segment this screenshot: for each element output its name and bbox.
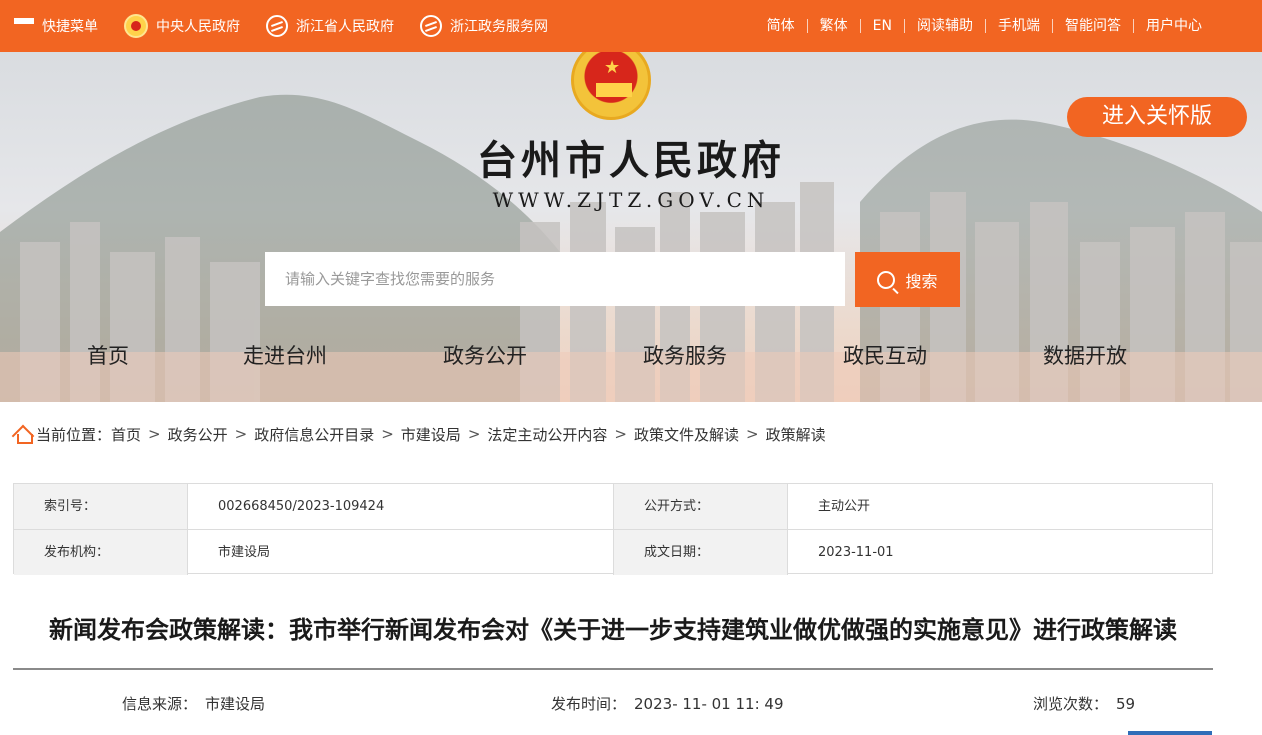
search-icon — [877, 270, 896, 289]
partial-blue-element — [1128, 731, 1212, 735]
breadcrumb-item[interactable]: 市建设局 — [401, 424, 461, 445]
globe-icon — [266, 15, 288, 37]
index-number-label: 索引号： — [14, 484, 187, 529]
nav-home[interactable]: 首页 — [87, 340, 129, 370]
link-central-government[interactable]: 中央人民政府 — [124, 14, 240, 38]
nav-about-taizhou[interactable]: 走进台州 — [243, 340, 327, 370]
breadcrumb-separator: > — [614, 425, 627, 443]
top-bar-right-links: 简体 繁体 EN 阅读辅助 手机端 智能问答 用户中心 — [755, 0, 1214, 52]
menu-icon — [14, 18, 34, 34]
home-icon — [13, 425, 33, 444]
link-smart-qa[interactable]: 智能问答 — [1052, 19, 1133, 33]
disclosure-method-value: 主动公开 — [787, 484, 1212, 529]
quick-menu-label: 快捷菜单 — [42, 19, 98, 35]
breadcrumb-item[interactable]: 首页 — [111, 424, 141, 445]
document-date-value: 2023-11-01 — [787, 530, 1212, 575]
search-button-label: 搜索 — [905, 271, 938, 291]
publish-time-value: 2023- 11- 01 11: 49 — [634, 695, 784, 713]
breadcrumb: 当前位置： 首页 > 政务公开 > 政府信息公开目录 > 市建设局 > 法定主动… — [13, 422, 826, 446]
disclosure-method-label: 公开方式： — [613, 484, 787, 529]
source-value: 市建设局 — [205, 695, 266, 713]
link-mobile[interactable]: 手机端 — [985, 19, 1052, 33]
top-bar-left: 快捷菜单 中央人民政府 浙江省人民政府 浙江政务服务网 — [14, 0, 574, 52]
article-view-count: 浏览次数： 59 — [1033, 693, 1135, 714]
source-label: 信息来源： — [122, 695, 198, 713]
info-row: 发布机构： 市建设局 成文日期： 2023-11-01 — [14, 529, 1212, 575]
document-info-table: 索引号： 002668450/2023-109424 公开方式： 主动公开 发布… — [13, 483, 1213, 575]
title-divider — [13, 668, 1213, 670]
link-simplified[interactable]: 简体 — [755, 19, 807, 33]
main-nav: 首页 走进台州 政务公开 政务服务 政民互动 数据开放 — [0, 340, 1262, 380]
article-source: 信息来源： 市建设局 — [122, 693, 265, 714]
view-count-value: 59 — [1116, 695, 1136, 713]
breadcrumb-item[interactable]: 政策文件及解读 — [634, 424, 739, 445]
site-title: 台州市人民政府 — [477, 137, 785, 184]
breadcrumb-separator: > — [746, 425, 759, 443]
nav-gov-services[interactable]: 政务服务 — [643, 340, 727, 370]
index-number-value: 002668450/2023-109424 — [187, 484, 613, 529]
publisher-label: 发布机构： — [14, 530, 187, 575]
link-reading-aid[interactable]: 阅读辅助 — [904, 19, 985, 33]
breadcrumb-prefix: 当前位置： — [36, 425, 112, 444]
breadcrumb-separator: > — [381, 425, 394, 443]
link-zhejiang-government[interactable]: 浙江省人民政府 — [266, 15, 394, 37]
article-publish-time: 发布时间： 2023- 11- 01 11: 49 — [551, 693, 784, 714]
search-button[interactable]: 搜索 — [855, 252, 960, 307]
link-zhejiang-government-label: 浙江省人民政府 — [296, 19, 394, 35]
publisher-value: 市建设局 — [187, 530, 613, 575]
article-title: 新闻发布会政策解读：我市举行新闻发布会对《关于进一步支持建筑业做优做强的实施意见… — [49, 616, 1177, 644]
national-emblem-icon — [124, 14, 148, 38]
site-url: WWW.ZJTZ.GOV.CN — [492, 188, 770, 212]
breadcrumb-separator: > — [467, 425, 481, 443]
breadcrumb-separator: > — [234, 425, 248, 443]
care-version-button[interactable]: 进入关怀版 — [1067, 97, 1247, 137]
breadcrumb-item[interactable]: 政务公开 — [168, 424, 228, 445]
link-zhejiang-service[interactable]: 浙江政务服务网 — [420, 15, 548, 37]
nav-open-data[interactable]: 数据开放 — [1043, 340, 1127, 370]
quick-menu-button[interactable]: 快捷菜单 — [14, 16, 98, 36]
breadcrumb-item[interactable]: 法定主动公开内容 — [487, 424, 607, 445]
top-bar: 快捷菜单 中央人民政府 浙江省人民政府 浙江政务服务网 简体 繁体 EN 阅读辅… — [0, 0, 1262, 52]
info-row: 索引号： 002668450/2023-109424 公开方式： 主动公开 — [14, 484, 1212, 529]
breadcrumb-item[interactable]: 政策解读 — [766, 424, 826, 445]
link-central-government-label: 中央人民政府 — [156, 19, 240, 35]
view-count-label: 浏览次数： — [1033, 695, 1109, 713]
link-user-center[interactable]: 用户中心 — [1133, 19, 1214, 33]
nav-gov-affairs-open[interactable]: 政务公开 — [443, 340, 527, 370]
link-english[interactable]: EN — [859, 19, 904, 33]
search-input[interactable] — [265, 252, 845, 306]
breadcrumb-separator: > — [148, 425, 161, 443]
breadcrumb-item[interactable]: 政府信息公开目录 — [254, 424, 374, 445]
header-banner: 台州市人民政府 WWW.ZJTZ.GOV.CN 进入关怀版 搜索 首页 走进台州… — [0, 52, 1262, 402]
globe-icon — [420, 15, 442, 37]
link-traditional[interactable]: 繁体 — [806, 19, 860, 33]
link-zhejiang-service-label: 浙江政务服务网 — [450, 19, 548, 35]
document-date-label: 成文日期： — [613, 530, 787, 575]
publish-time-label: 发布时间： — [551, 695, 627, 713]
nav-interaction[interactable]: 政民互动 — [843, 340, 927, 370]
